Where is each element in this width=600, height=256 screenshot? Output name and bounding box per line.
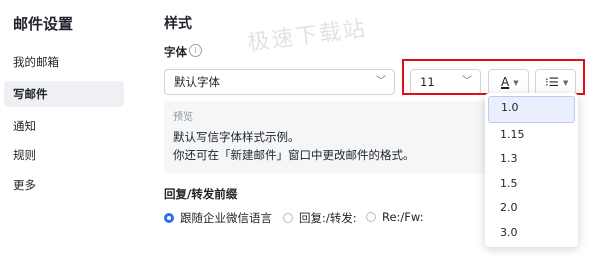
font-color-select[interactable]: A ▼ [488,69,529,95]
preview-text-line-1: 默认写信字体样式示例。 [173,130,300,144]
radio-option-english-prefix[interactable]: Re:/Fw: [366,210,424,224]
sidebar-title: 邮件设置 [13,15,74,33]
caret-down-icon: ▼ [562,78,569,87]
radio-checked-icon[interactable] [164,213,174,223]
caret-down-icon: ▼ [513,78,519,87]
line-height-option-1-0[interactable]: 1.0 [488,96,575,123]
font-size-value: 11 [420,75,435,89]
line-height-option-1-3[interactable]: 1.3 [488,147,575,172]
line-height-option-1-5[interactable]: 1.5 [488,172,575,197]
sidebar-item-rules[interactable]: 规则 [4,142,124,168]
line-height-icon: ⁝☰ [545,75,559,89]
radio-label: 跟随企业微信语言 [180,211,272,225]
radio-unchecked-icon[interactable] [283,213,293,223]
settings-main: 极速下载站 样式 字体 i 默认字体 ﹀ 11 ﹀ A ▼ ⁝☰ ▼ 预览 默认写信… [134,0,600,256]
line-height-option-3-0[interactable]: 3.0 [488,221,575,246]
watermark: 极速下载站 [246,16,369,57]
font-family-select[interactable]: 默认字体 ﹀ [164,69,395,95]
line-height-option-1-15[interactable]: 1.15 [488,123,575,148]
sidebar-item-more[interactable]: 更多 [4,172,124,198]
chevron-down-icon: ﹀ [462,76,472,87]
sidebar-item-my-mailbox[interactable]: 我的邮箱 [4,49,124,75]
radio-label: Re:/Fw: [382,210,424,224]
font-label: 字体 [164,45,187,59]
preview-box: 预览 默认写信字体样式示例。 你还可在「新建邮件」窗口中更改邮件的格式。 [164,101,494,173]
section-title: 样式 [164,16,192,32]
chevron-down-icon: ﹀ [376,76,386,87]
sidebar: 邮件设置 我的邮箱 写邮件 通知 规则 更多 [0,0,134,256]
info-icon[interactable]: i [189,44,202,57]
sidebar-item-notifications[interactable]: 通知 [4,113,124,139]
font-family-value: 默认字体 [174,75,220,89]
radio-unchecked-icon[interactable] [366,212,376,222]
preview-label: 预览 [173,112,193,123]
font-color-icon: A [501,75,510,89]
line-height-select[interactable]: ⁝☰ ▼ [535,69,576,95]
font-size-select[interactable]: 11 ﹀ [410,69,481,95]
reply-prefix-title: 回复/转发前缀 [164,187,238,201]
line-height-dropdown: 1.0 1.15 1.3 1.5 2.0 3.0 [485,93,578,247]
sidebar-item-compose[interactable]: 写邮件 [4,81,124,107]
radio-option-chinese-prefix[interactable]: 回复:/转发: [283,210,357,226]
preview-text-line-2: 你还可在「新建邮件」窗口中更改邮件的格式。 [173,148,415,162]
line-height-option-2-0[interactable]: 2.0 [488,196,575,221]
radio-option-follow-language[interactable]: 跟随企业微信语言 [164,210,272,226]
radio-label: 回复:/转发: [299,211,357,225]
